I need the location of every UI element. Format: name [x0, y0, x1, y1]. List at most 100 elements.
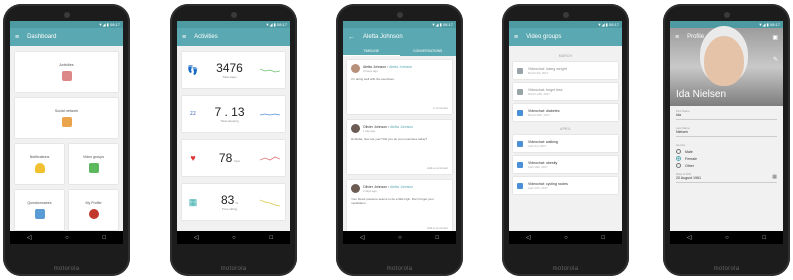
menu-icon[interactable]: ≡	[514, 34, 518, 41]
home-icon[interactable]: ○	[564, 235, 568, 241]
gender-option-female[interactable]: Female	[676, 156, 777, 161]
activity-sparkline	[260, 199, 280, 207]
radio-button[interactable]	[676, 163, 681, 168]
avatar[interactable]	[351, 64, 360, 73]
heart-sparkline	[260, 156, 280, 161]
gender-option-label: Other	[685, 163, 694, 168]
profile-face	[704, 36, 744, 86]
heart-rate-card[interactable]: ♥ 78 bpm	[182, 140, 285, 176]
last-name-field[interactable]: Last Name Nielsen	[676, 126, 777, 137]
back-icon[interactable]: ◁	[360, 234, 365, 241]
android-navbar: ◁ ○ □	[509, 231, 622, 244]
app-bar: ≡ Dashboard	[10, 28, 123, 46]
steps-sparkline	[260, 68, 280, 73]
status-bar: ▼◢ ▮ 08:17	[343, 21, 456, 28]
brand-logo: motorola	[552, 266, 579, 272]
camera	[396, 12, 403, 18]
recent-apps-icon[interactable]: □	[763, 235, 767, 241]
sleep-icon: zz	[190, 111, 196, 117]
video-group-item[interactable]: Videochat: forget less March 13th, 2017	[513, 83, 618, 100]
gender-option-label: Male	[685, 149, 693, 154]
back-arrow-icon[interactable]: ←	[348, 34, 355, 41]
first-name-field[interactable]: First Name Ida	[676, 109, 777, 120]
radio-button[interactable]	[676, 149, 681, 154]
radio-button[interactable]	[676, 156, 681, 161]
post-author[interactable]: Olivier Johnson	[363, 125, 387, 129]
video-group-title: Videochat: diabetes	[528, 108, 560, 113]
recent-apps-icon[interactable]: □	[103, 235, 107, 241]
steps-card[interactable]: 👣 3476 Total steps	[182, 52, 285, 88]
video-group-item[interactable]: Videochat: losing weight March 6th, 2017	[513, 62, 618, 79]
comment-button[interactable]: 1 comment	[433, 106, 448, 110]
menu-icon[interactable]: ≡	[182, 34, 186, 41]
video-group-item[interactable]: Videochat: diabetes March 20th, 2017	[513, 104, 618, 121]
tile-activities[interactable]: Activities	[15, 52, 118, 92]
sleep-card[interactable]: zz 7 . 13 Total sleeping	[182, 96, 285, 132]
post-card: Olivier Johnson › Aletta Johnson 2 days …	[347, 180, 452, 234]
avatar[interactable]	[351, 184, 360, 193]
post-target[interactable]: Aletta Johnson	[389, 65, 412, 69]
dob-field[interactable]: Date of birth 20 August 1961 ▦	[676, 172, 777, 183]
post-target[interactable]: Aletta Johnson	[390, 185, 413, 189]
back-icon[interactable]: ◁	[687, 234, 692, 241]
recent-apps-icon[interactable]: □	[602, 235, 606, 241]
post-card: Aletta Johnson › Aletta Johnson 3 hours …	[347, 60, 452, 114]
sleep-sparkline	[260, 113, 280, 116]
back-icon[interactable]: ◁	[194, 234, 199, 241]
menu-icon[interactable]: ≡	[675, 34, 679, 41]
camera	[63, 12, 70, 18]
brand-logo: motorola	[386, 266, 413, 272]
recent-apps-icon[interactable]: □	[270, 235, 274, 241]
save-icon[interactable]: ▣	[772, 34, 778, 41]
screen: ▼◢ ▮ 08:17 ≡ Video groups MARCH Videocha…	[509, 21, 622, 244]
add-comment-button[interactable]: Add a comment	[427, 166, 448, 170]
video-group-item[interactable]: Videochat: cycling routes April 17th, 201…	[513, 177, 618, 194]
post-card: Olivier Johnson › Aletta Johnson 1 day a…	[347, 120, 452, 174]
gender-option-male[interactable]: Male	[676, 149, 777, 154]
video-group-date: March 13th, 2017	[528, 91, 550, 96]
recent-apps-icon[interactable]: □	[436, 235, 440, 241]
tile-my-profile[interactable]: My Profile	[69, 190, 118, 230]
tile-video-groups[interactable]: Video groups	[69, 144, 118, 184]
menu-icon[interactable]: ≡	[15, 34, 19, 41]
activity-icon: ▦	[188, 196, 198, 207]
edit-icon[interactable]: ✎	[773, 56, 778, 63]
home-icon[interactable]: ○	[725, 235, 729, 241]
tile-notifications[interactable]: Notifications	[15, 144, 64, 184]
walking-icon	[61, 71, 72, 81]
camera	[230, 12, 237, 18]
add-comment-button[interactable]: Add a comment	[427, 226, 448, 230]
camera	[723, 12, 730, 18]
tile-questionnaires[interactable]: Questionnaires	[15, 190, 64, 230]
post-author[interactable]: Olivier Johnson	[363, 185, 387, 189]
video-group-date: April 3rd, 2017	[528, 143, 547, 148]
video-group-item[interactable]: Videochat: obesity April 10th, 2017	[513, 156, 618, 173]
back-icon[interactable]: ◁	[526, 234, 531, 241]
video-group-item[interactable]: Videochat: walking April 3rd, 2017	[513, 135, 618, 152]
back-icon[interactable]: ◁	[27, 234, 32, 241]
brand-logo: motorola	[220, 266, 247, 272]
post-author[interactable]: Aletta Johnson	[363, 65, 386, 69]
android-navbar: ◁ ○ □	[177, 231, 290, 244]
post-target[interactable]: Aletta Johnson	[390, 125, 413, 129]
page-title: Activities	[194, 34, 218, 40]
first-name-value: Ida	[676, 113, 681, 117]
phone-feed: ▼◢ ▮ 08:17 ← Aletta Johnson TIMELINE CON…	[336, 4, 463, 276]
tile-label: Social network	[54, 109, 79, 113]
calendar-icon[interactable]: ▦	[772, 174, 777, 180]
home-icon[interactable]: ○	[232, 235, 236, 241]
post-header: Olivier Johnson › Aletta Johnson	[363, 184, 414, 189]
tile-social-network[interactable]: Social network	[15, 98, 118, 138]
home-icon[interactable]: ○	[398, 235, 402, 241]
gender-option-other[interactable]: Other	[676, 163, 777, 168]
screen: ▼◢ ▮ 08:17 ≡ Dashboard Activities Social…	[10, 21, 123, 244]
tab-timeline[interactable]: TIMELINE	[343, 46, 400, 56]
calendar-icon	[517, 161, 523, 168]
home-icon[interactable]: ○	[65, 235, 69, 241]
avatar[interactable]	[351, 124, 360, 133]
video-group-date: April 10th, 2017	[528, 164, 548, 169]
tab-conversations[interactable]: CONVERSATIONS	[400, 46, 457, 56]
video-group-date: March 20th, 2017	[528, 112, 550, 117]
screen: ▼◢ ▮ 08:17 ≡ Profile ▣ ✎ Ida Nielsen Fir…	[670, 21, 783, 244]
activity-card[interactable]: ▦ 83 % Time sitting	[182, 184, 285, 220]
